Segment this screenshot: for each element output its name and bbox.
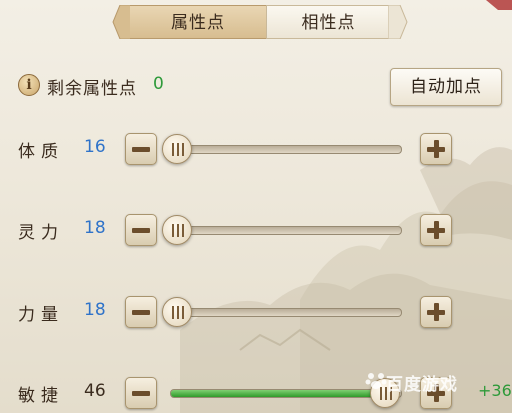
info-icon[interactable]: i: [18, 74, 40, 96]
attribute-slider-track[interactable]: [162, 215, 402, 245]
plus-button[interactable]: [420, 214, 452, 246]
paw-logo-icon: [365, 373, 387, 389]
attribute-row-constitution: 体质 16: [0, 133, 512, 167]
attribute-bonus: +36: [478, 381, 512, 400]
attribute-value: 18: [84, 300, 106, 320]
auto-assign-button[interactable]: 自动加点: [390, 68, 502, 106]
tab-bar: 属性点 相性点: [112, 5, 408, 39]
attribute-value: 18: [84, 218, 106, 238]
tab-affinity-points[interactable]: 相性点: [266, 5, 390, 39]
slider-fill: [171, 390, 385, 397]
watermark-text: 百度游戏: [386, 375, 458, 395]
slider-thumb[interactable]: [162, 134, 192, 164]
minus-button[interactable]: [125, 214, 157, 246]
attribute-slider-track[interactable]: [162, 297, 402, 327]
plus-button[interactable]: [420, 296, 452, 328]
attribute-value: 16: [84, 137, 106, 157]
slider-thumb[interactable]: [162, 215, 192, 245]
attribute-slider-track[interactable]: [162, 134, 402, 164]
attribute-row-strength: 力量 18: [0, 296, 512, 330]
attribute-label: 敏捷: [18, 386, 64, 406]
corner-decoration-icon: [486, 0, 512, 10]
tab-right-cap-icon: [388, 5, 408, 39]
tab-left-cap-icon: [112, 5, 132, 39]
tab-attribute-points[interactable]: 属性点: [130, 5, 266, 39]
plus-button[interactable]: [420, 133, 452, 165]
attribute-value: 46: [84, 381, 106, 401]
attribute-label: 力量: [18, 305, 64, 325]
minus-button[interactable]: [125, 377, 157, 409]
remaining-points-value: 0: [153, 74, 164, 94]
minus-button[interactable]: [125, 133, 157, 165]
ink-landscape-background: [180, 147, 512, 413]
attribute-label: 灵力: [18, 223, 64, 243]
attribute-label: 体质: [18, 142, 64, 162]
slider-thumb[interactable]: [162, 297, 192, 327]
minus-button[interactable]: [125, 296, 157, 328]
attribute-row-spirit: 灵力 18: [0, 214, 512, 248]
remaining-points-label: 剩余属性点: [47, 79, 137, 99]
